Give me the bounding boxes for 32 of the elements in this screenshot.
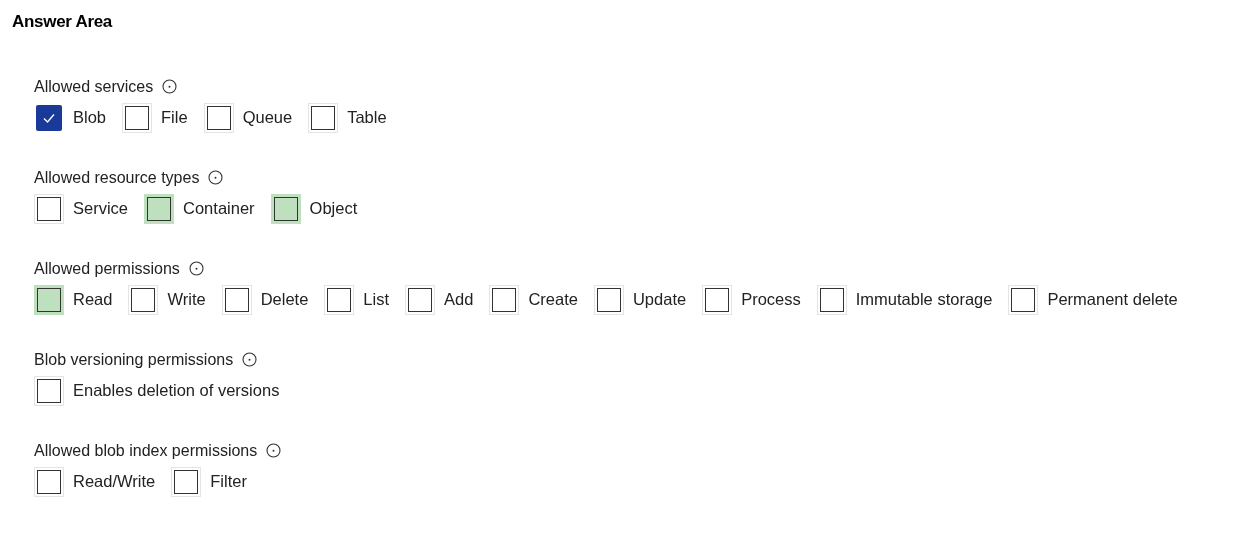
option-label: File — [161, 107, 188, 129]
option-label: Enables deletion of versions — [73, 380, 280, 402]
option-label: Object — [309, 198, 358, 220]
info-icon[interactable] — [208, 170, 224, 185]
option-label: Container — [183, 198, 255, 220]
info-icon[interactable] — [162, 79, 178, 94]
option-label: Queue — [242, 107, 293, 129]
option-label: Read/Write — [73, 471, 156, 493]
option-label: Update — [632, 289, 687, 311]
option-label: Write — [167, 289, 206, 311]
checkbox[interactable] — [36, 104, 62, 131]
answer-area-heading: Answer Area — [12, 11, 114, 33]
option-label: Immutable storage — [855, 289, 993, 311]
section-label: Allowed resource types — [34, 167, 200, 188]
section-label: Allowed permissions — [34, 258, 180, 279]
option-label: Process — [741, 289, 801, 311]
section-label: Allowed services — [34, 76, 154, 97]
info-icon[interactable] — [188, 261, 204, 276]
option-label: Read — [73, 289, 113, 311]
section-label: Blob versioning permissions — [34, 349, 234, 370]
option-label: Table — [347, 107, 387, 129]
option-label: Filter — [210, 471, 247, 493]
option-label: List — [363, 289, 390, 311]
info-icon[interactable] — [266, 443, 282, 458]
section-label: Allowed blob index permissions — [34, 440, 258, 461]
option-label: Blob — [73, 107, 107, 129]
option-label: Add — [444, 289, 474, 311]
info-icon[interactable] — [242, 352, 258, 367]
option-label: Create — [528, 289, 578, 311]
option-label: Permanent delete — [1047, 289, 1178, 311]
option-label: Delete — [260, 289, 309, 311]
option-label: Service — [73, 198, 129, 220]
